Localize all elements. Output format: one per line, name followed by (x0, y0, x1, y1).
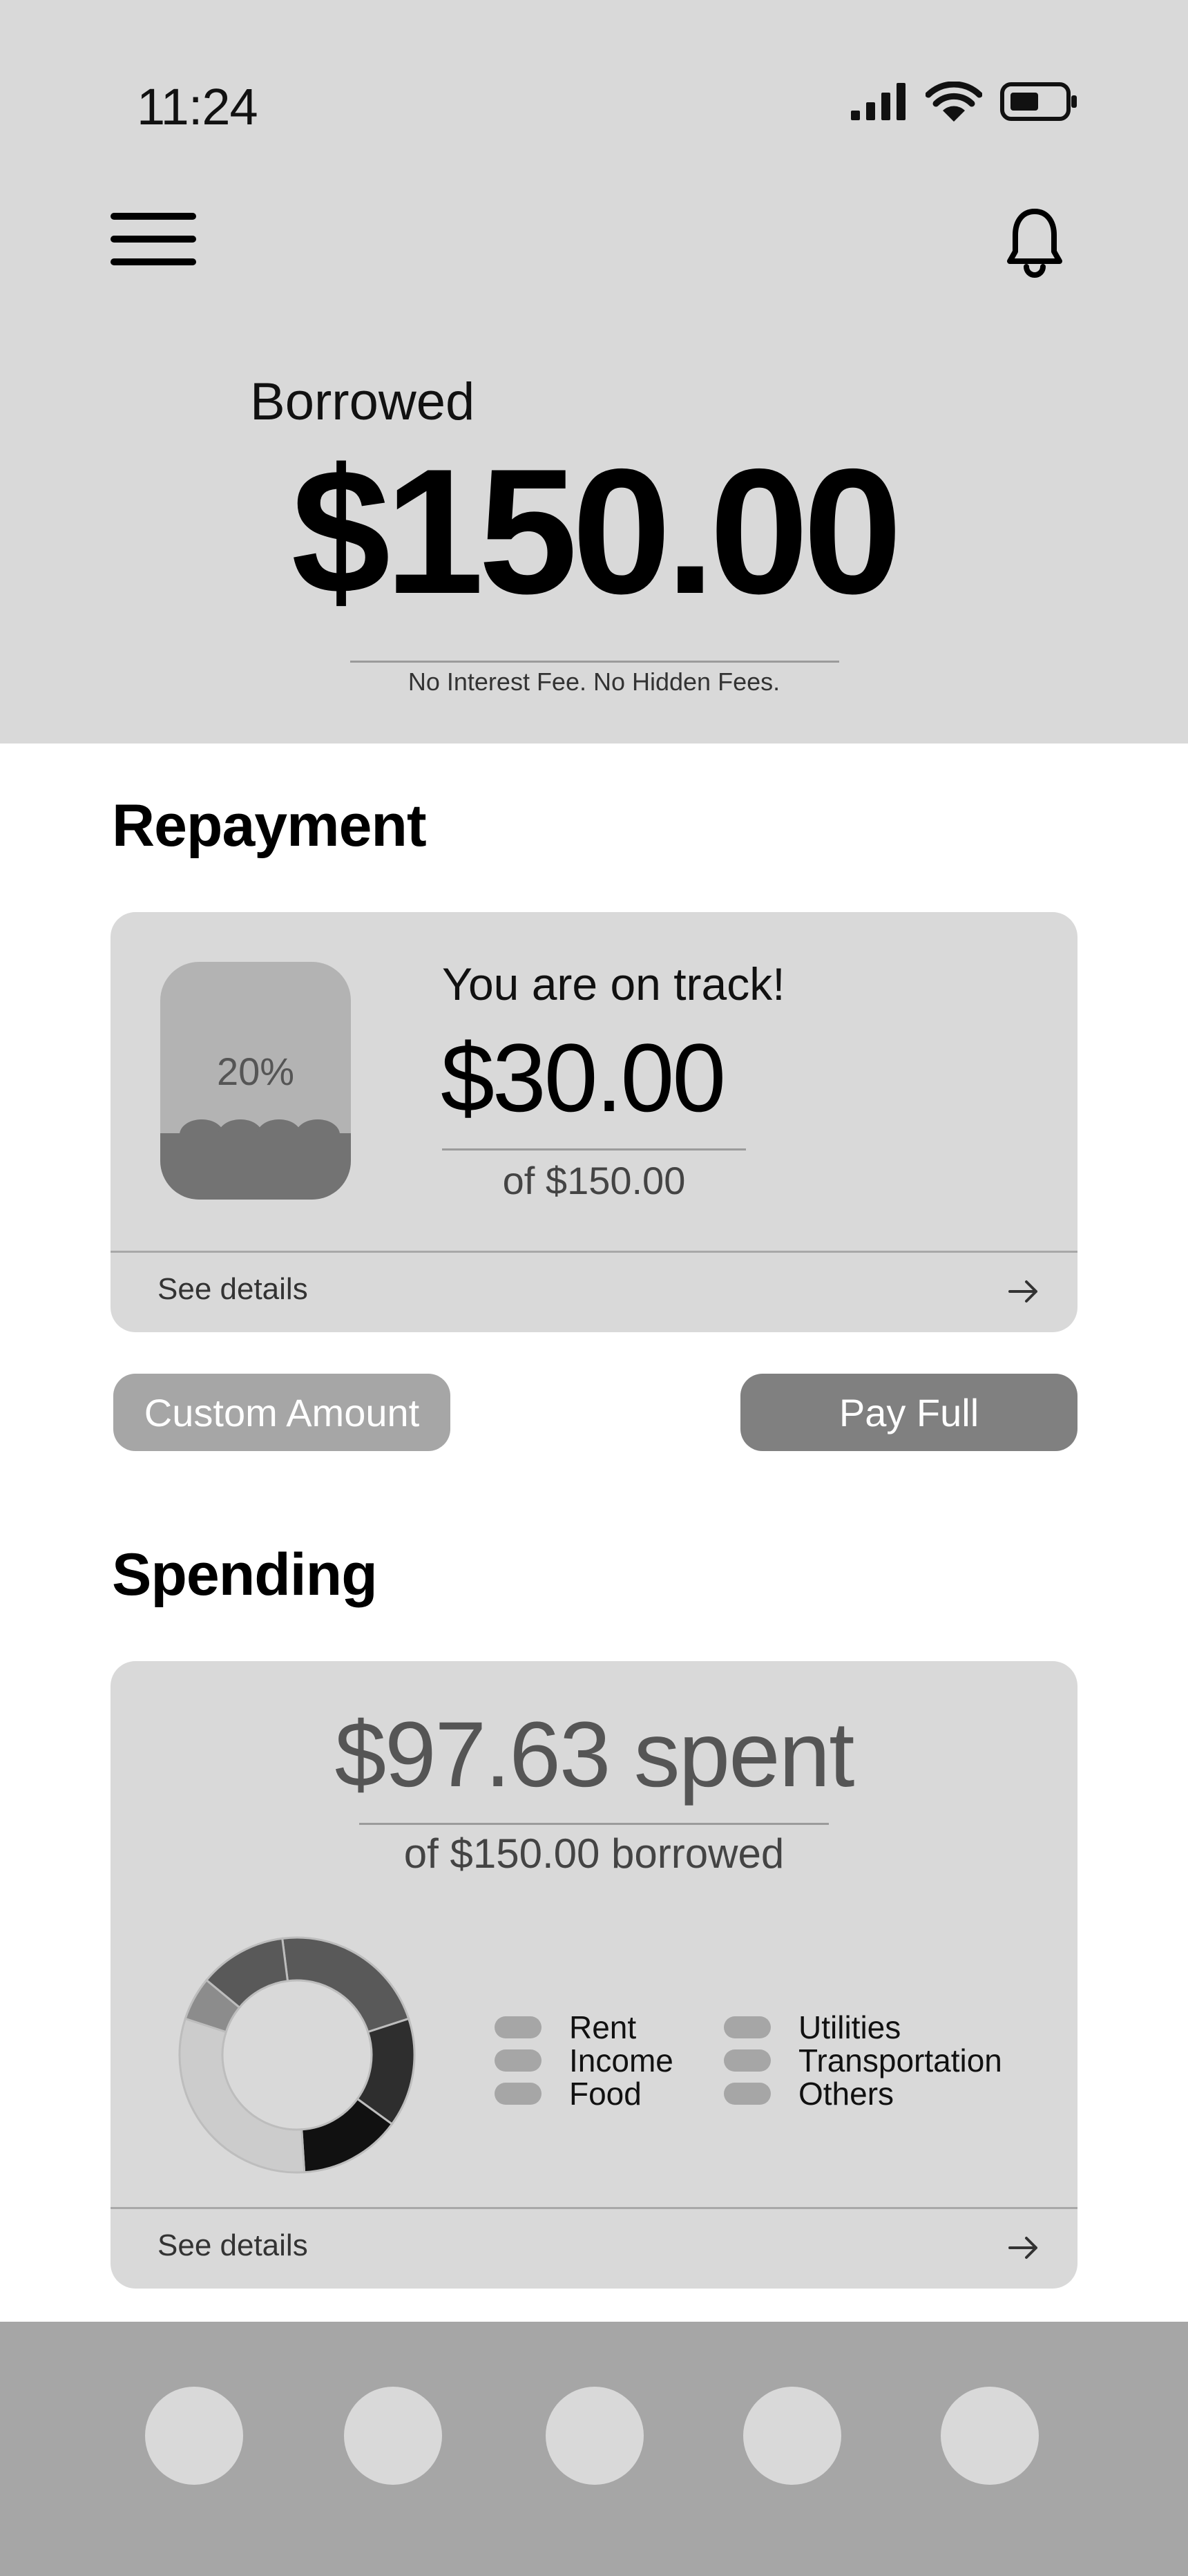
spending-see-details[interactable]: See details (111, 2207, 1077, 2289)
repayment-title: Repayment (112, 793, 427, 859)
divider (350, 661, 839, 663)
on-track-message: You are on track! (442, 958, 785, 1010)
see-details-label: See details (157, 1272, 308, 1306)
nav-item-3[interactable] (546, 2387, 644, 2485)
borrowed-label: Borrowed (250, 372, 475, 431)
spending-card: $97.63 spent of $150.00 borrowed Rent In… (111, 1661, 1077, 2289)
spending-donut-chart (178, 1936, 416, 2174)
custom-amount-button[interactable]: Custom Amount (113, 1374, 450, 1451)
legend-swatch (495, 2016, 542, 2038)
status-time: 11:24 (137, 78, 258, 135)
legend-item-others: Others (724, 2077, 894, 2110)
donut-slice-1 (281, 1936, 410, 2034)
progress-percent: 20% (216, 1050, 295, 1093)
legend-swatch (724, 2016, 771, 2038)
spending-title: Spending (112, 1542, 378, 1608)
legend-item-transportation: Transportation (724, 2044, 1002, 2077)
repayment-total: of $150.00 (502, 1159, 686, 1202)
paid-amount: $30.00 (441, 1023, 726, 1132)
legend-item-income: Income (495, 2044, 673, 2077)
legend-swatch (724, 2083, 771, 2105)
legend-swatch (724, 2049, 771, 2072)
spent-amount: $97.63 spent (334, 1703, 855, 1806)
repayment-card: 20% You are on track! $30.00 of $150.00 … (111, 912, 1077, 1332)
fee-note: No Interest Fee. No Hidden Fees. (408, 667, 780, 696)
bottom-nav (0, 2322, 1188, 2576)
wifi-icon (926, 82, 982, 122)
donut-slice-4 (178, 2017, 306, 2174)
legend-label: Others (798, 2076, 894, 2112)
legend-label: Transportation (798, 2043, 1002, 2078)
legend-label: Income (569, 2043, 673, 2078)
borrowed-total: of $150.00 borrowed (403, 1830, 785, 1877)
nav-item-5[interactable] (941, 2387, 1039, 2485)
pay-full-button[interactable]: Pay Full (740, 1374, 1077, 1451)
legend-item-utilities: Utilities (724, 2011, 901, 2044)
arrow-right-icon (1008, 2237, 1037, 2259)
legend-item-rent: Rent (495, 2011, 636, 2044)
legend-label: Food (569, 2076, 642, 2112)
see-details-label: See details (157, 2228, 308, 2262)
arrow-right-icon (1008, 1280, 1037, 1303)
divider (359, 1823, 829, 1825)
repayment-see-details[interactable]: See details (111, 1251, 1077, 1332)
progress-jar: 20% (160, 962, 351, 1200)
borrowed-amount: $150.00 (291, 431, 903, 631)
legend-swatch (495, 2049, 542, 2072)
nav-item-1[interactable] (145, 2387, 243, 2485)
nav-item-2[interactable] (344, 2387, 442, 2485)
nav-item-4[interactable] (743, 2387, 841, 2485)
borrowed-header: 11:24 Borrowed $150.00 No Interest Fee. … (0, 0, 1188, 744)
legend-label: Utilities (798, 2009, 901, 2045)
divider (442, 1148, 746, 1150)
legend-swatch (495, 2083, 542, 2105)
hamburger-menu-icon[interactable] (111, 213, 196, 265)
progress-fill (160, 1133, 351, 1200)
bell-icon[interactable] (1006, 207, 1064, 279)
status-icons (851, 82, 1077, 122)
legend-label: Rent (569, 2009, 637, 2045)
battery-icon (1000, 82, 1077, 121)
signal-icon (851, 83, 906, 120)
legend-item-food: Food (495, 2077, 642, 2110)
